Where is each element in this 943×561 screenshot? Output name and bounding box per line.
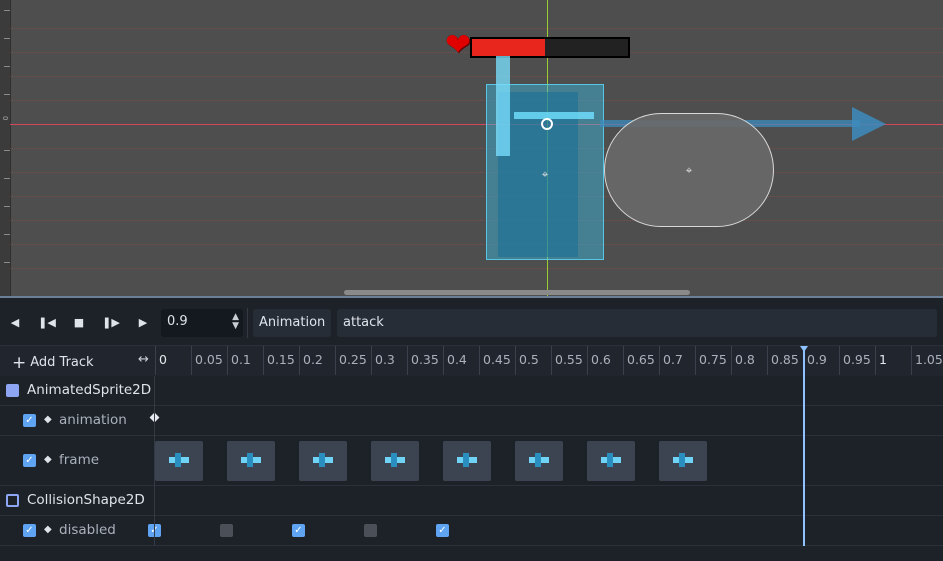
ruler-tick-label: 0.3 [371,346,407,375]
collisionshape2d-icon [6,494,19,507]
frame-keyframe[interactable] [371,441,419,481]
ruler-tick-label: 0.4 [443,346,479,375]
keyframe-unchecked[interactable] [220,524,233,537]
animation-menu-button[interactable]: Animation [253,309,332,337]
ruler-tick-label: 0.7 [659,346,695,375]
ruler-tick-label: 0.9 [803,346,839,375]
ruler-tick-label: 0.05 [191,346,227,375]
ruler-tick-label: 0.8 [731,346,767,375]
frame-keyframe[interactable] [515,441,563,481]
ruler-tick-label: 0.35 [407,346,443,375]
track-name-splitter[interactable] [154,376,155,546]
animatedsprite2d-icon [6,384,19,397]
animation-selector[interactable]: attack [337,309,937,337]
sprite-pivot-icon[interactable]: ⌖ [539,168,551,180]
track-enable-checkbox[interactable]: ✓ [23,454,36,467]
heart-icon: ❤ [445,27,471,63]
track-disabled[interactable]: ✓ ◆ disabled [0,516,943,546]
canvas-viewport[interactable]: 0 ❤ ⌖ ⌖ [0,0,943,297]
play-icon[interactable]: ▶ [134,314,152,332]
ruler-tick-label: 0.15 [263,346,299,375]
current-time-value: 0.9 [167,314,188,329]
track-key-icon: ◆ [44,454,52,465]
timeline-zoom-icon[interactable]: ↔ [138,352,149,367]
frame-keyframe[interactable] [587,441,635,481]
ruler-tick-label: 0.5 [515,346,551,375]
playhead[interactable] [803,346,805,546]
ruler-tick-label: 0.6 [587,346,623,375]
ruler-tick-label: 1 [875,346,911,375]
ruler-origin-label: 0 [1,116,9,121]
frame-keyframe[interactable] [227,441,275,481]
plus-icon: + [12,353,27,373]
frame-keyframe[interactable] [443,441,491,481]
add-track-button[interactable]: + Add Track [12,353,94,373]
ruler-tick-label: 0.2 [299,346,335,375]
spin-arrows-icon[interactable]: ▲ ▼ [232,313,239,331]
track-label: disabled [59,522,116,538]
track-key-icon: ◆ [44,414,52,425]
play-backwards-from-end-icon[interactable]: ❚◀ [38,314,56,332]
ruler-tick-label: 0 [155,346,191,375]
panel-divider[interactable] [0,296,943,298]
track-label: animation [59,412,127,428]
track-group-collisionshape2d[interactable]: CollisionShape2D [0,486,943,516]
track-enable-checkbox[interactable]: ✓ [23,524,36,537]
horizontal-scrollbar[interactable] [344,290,690,295]
health-bar [470,37,630,58]
track-label: frame [59,452,100,468]
track-group-label: AnimatedSprite2D [27,382,152,398]
pivot-handle-icon[interactable] [541,118,553,130]
keyframe-unchecked[interactable] [364,524,377,537]
track-enable-checkbox[interactable]: ✓ [23,414,36,427]
track-group-animatedsprite2d[interactable]: AnimatedSprite2D [0,376,943,406]
track-group-label: CollisionShape2D [27,492,145,508]
ruler-tick-label: 0.25 [335,346,371,375]
sword-guard [514,112,594,119]
ruler-tick-label: 0.75 [695,346,731,375]
play-backwards-icon[interactable]: ◀ [6,314,24,332]
frame-keyframe[interactable] [155,441,203,481]
health-bar-fill [472,39,546,56]
sword-blade [496,56,510,156]
keyframe-checked[interactable]: ✓ [292,524,305,537]
frame-keyframe[interactable] [299,441,347,481]
ruler-tick-label: 0.85 [767,346,803,375]
toolbar-separator [247,308,248,338]
track-animation[interactable]: ✓ ◆ animation [0,406,943,436]
ruler-tick-label: 1.05 [911,346,943,375]
direction-arrow-head [852,107,886,141]
play-from-start-icon[interactable]: ❚▶ [102,314,120,332]
stop-icon[interactable]: ■ [70,314,88,332]
ruler-tick-label: 0.1 [227,346,263,375]
frame-keyframe[interactable] [659,441,707,481]
ruler-tick-label: 0.55 [551,346,587,375]
ruler-tick-label: 0.45 [479,346,515,375]
shape-pivot-icon[interactable]: ⌖ [683,164,695,176]
ruler-tick-label: 0.95 [839,346,875,375]
add-track-label: Add Track [30,355,94,370]
ruler-tick-label: 0.65 [623,346,659,375]
current-time-spinbox[interactable]: 0.9 ▲ ▼ [161,309,243,337]
keyframe-checked[interactable]: ✓ [436,524,449,537]
track-key-icon: ◆ [44,524,52,535]
